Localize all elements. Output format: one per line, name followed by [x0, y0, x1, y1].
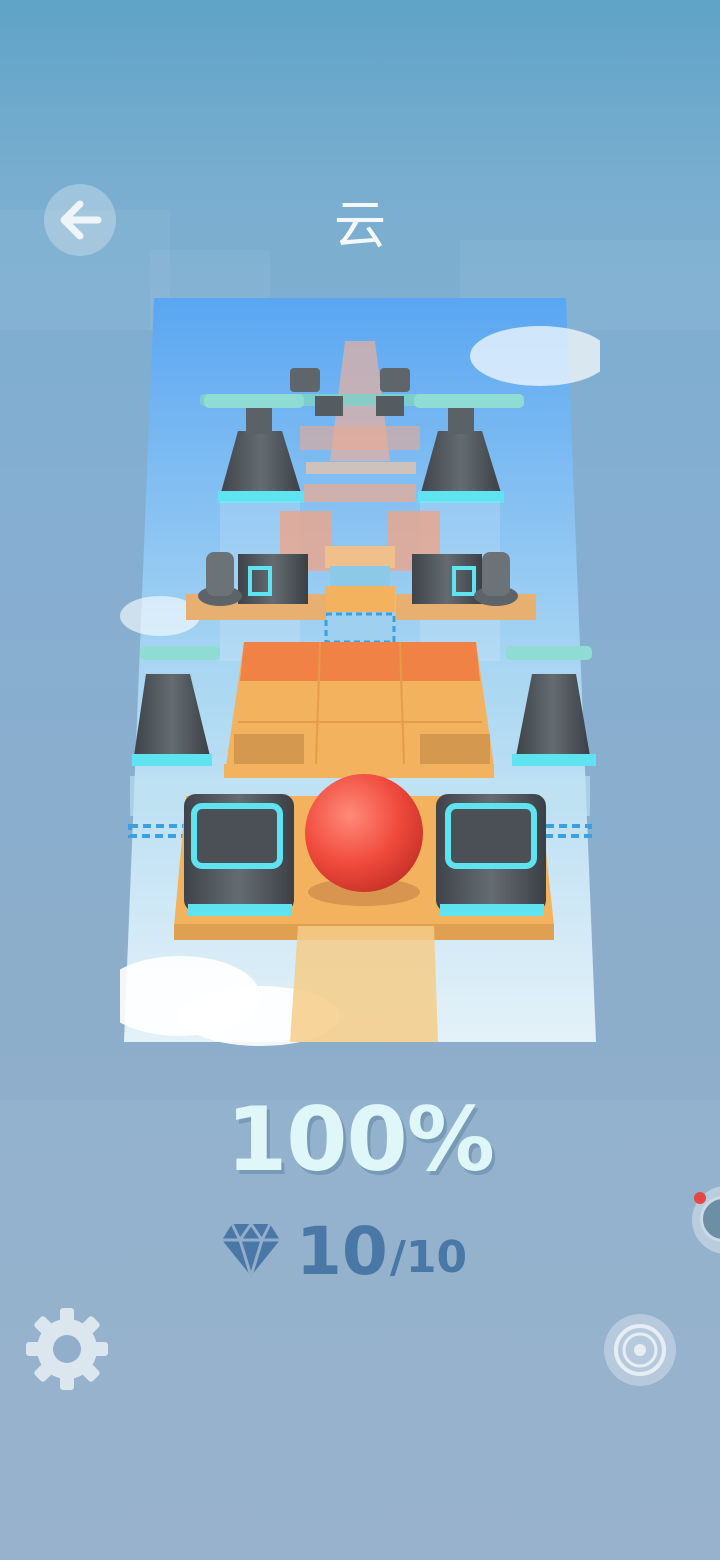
level-preview-image [120, 298, 600, 1046]
gem-total-count: /10 [389, 1232, 468, 1283]
settings-button[interactable] [24, 1306, 110, 1392]
game-screen: 云 100% 10 /10 [0, 0, 720, 1560]
gem-counter: 10 /10 [220, 1208, 467, 1288]
completion-percent: 100% [226, 1088, 495, 1191]
diamond-icon [222, 1222, 280, 1278]
back-button[interactable] [44, 184, 116, 256]
arrow-left-icon [60, 200, 102, 240]
disc-icon [614, 1324, 666, 1376]
level-preview-card[interactable] [120, 296, 600, 1046]
level-title: 云 [333, 196, 386, 256]
gem-collected-count: 10 [296, 1213, 388, 1290]
notification-dot [694, 1192, 706, 1204]
music-button[interactable] [604, 1314, 676, 1386]
gear-icon [26, 1308, 108, 1390]
